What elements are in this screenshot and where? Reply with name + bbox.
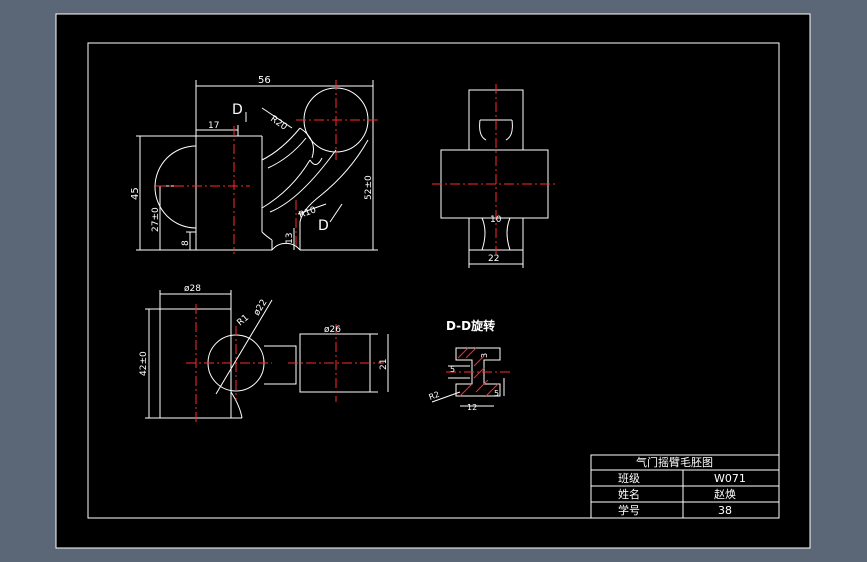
title-block-id-value: 38 [718, 504, 732, 517]
title-block-name-label: 姓名 [618, 487, 640, 501]
title-block-title: 气门摇臂毛胚图 [636, 455, 713, 469]
dim-8-label: 8 [181, 240, 191, 246]
title-block-name-value: 赵焕 [714, 487, 736, 501]
dim-52-label: 52±0 [364, 175, 374, 200]
dim-22-label: 22 [488, 254, 499, 264]
title-block-id-label: 学号 [618, 503, 640, 517]
dim-height-label: 45 [130, 187, 141, 200]
dim-13-label: 13 [285, 233, 295, 244]
dim-d26-label: ø26 [324, 325, 341, 335]
cad-drawing-viewport[interactable]: 56 17 D R20 45 27±0 8 13 R10 D 52±0 10 2… [0, 0, 867, 562]
section-mark-d1: D [232, 102, 243, 118]
dim-21-label: 21 [379, 359, 389, 370]
title-block-class-label: 班级 [618, 472, 640, 485]
dim-width-label: 56 [258, 75, 271, 86]
dim-3-label: 3 [480, 353, 489, 358]
section-mark-d2: D [318, 218, 329, 234]
dim-d28-label: ø28 [184, 284, 201, 294]
dim-27-label: 27±0 [151, 207, 161, 232]
dim-42-label: 42±0 [139, 351, 149, 376]
dim-5b-label: 5 [494, 389, 499, 398]
section-title: D-D旋转 [446, 318, 495, 333]
dim-5a-label: 5 [450, 365, 455, 374]
dim-12-label: 12 [467, 403, 477, 412]
dim-17-label: 17 [208, 121, 219, 131]
title-block-class-value: W071 [714, 472, 746, 485]
dim-10-label: 10 [490, 215, 502, 225]
